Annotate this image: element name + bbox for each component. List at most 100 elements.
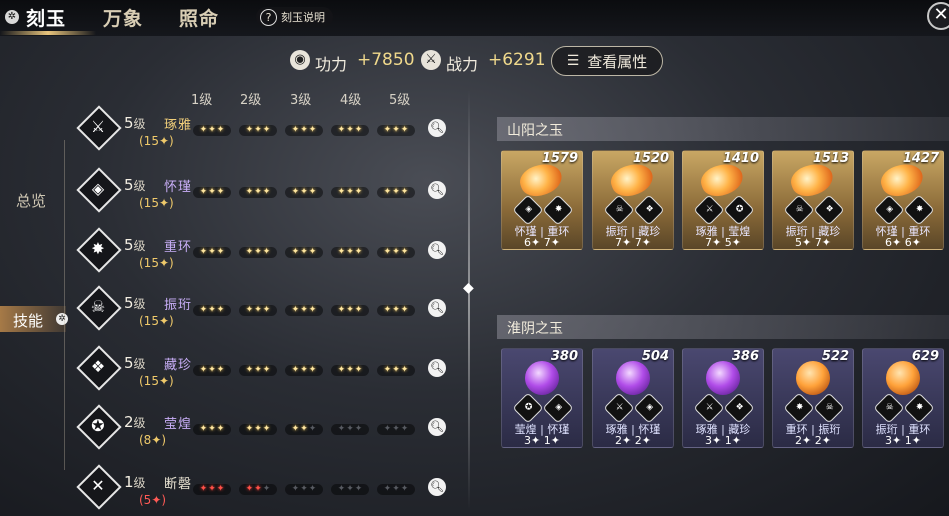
jade-card[interactable]: 1427 ◈ ✸ 怀瑾 | 重环 6✦ 6✦ [862, 150, 944, 250]
skill-level-suffix: 级 [133, 297, 146, 311]
progress-star: ✦ [337, 305, 346, 315]
progress-star: ✦ [300, 484, 308, 494]
progress-star: ✦ [208, 125, 216, 135]
progress-star: ✦ [308, 247, 317, 257]
progress-star: ✦ [216, 187, 225, 197]
jade-card[interactable]: 1579 ◈ ✸ 怀瑾 | 重环 6✦ 7✦ [501, 150, 583, 250]
skill-points: (15✦) [139, 256, 174, 270]
jade-card[interactable]: 504 ⚔ ◈ 琢雅 | 怀瑾 2✦ 2✦ [592, 348, 674, 448]
progress-star: ✦ [308, 424, 317, 434]
jade-card[interactable]: 1520 ☠ ❖ 振珩 | 藏珍 7✦ 7✦ [592, 150, 674, 250]
jade-card-levels: 3✦ 1✦ [705, 434, 741, 447]
level-1-segment: ✦ ✦ ✦ [193, 247, 231, 258]
tab-zhaoming[interactable]: 照命 [179, 4, 219, 31]
progress-star: ✦ [262, 305, 271, 315]
level-header-5: 5级 [389, 93, 411, 108]
help-label: 刻玉说明 [281, 11, 325, 24]
progress-star: ✦ [216, 365, 225, 375]
skill-row-icon[interactable]: ❖ [76, 345, 122, 391]
tab-wanxiang[interactable]: 万象 [103, 4, 143, 31]
combat-value: +6291 [488, 50, 546, 70]
level-5-segment: ✦ ✦ ✦ [377, 125, 415, 136]
skill-level: 5级 [124, 114, 146, 132]
progress-star: ✦ [337, 424, 346, 434]
level-1-segment: ✦ ✦ ✦ [193, 125, 231, 136]
level-1-segment: ✦ ✦ ✦ [193, 305, 231, 316]
progress-star: ✦ [346, 365, 354, 375]
skill-name: 琢雅 [164, 118, 193, 133]
progress-star: ✦ [354, 365, 363, 375]
search-icon[interactable]: 🔍︎ [428, 299, 446, 317]
skill-name: 振珩 [164, 298, 193, 313]
collapse-arrow-icon[interactable]: ◆ [463, 280, 475, 298]
search-icon[interactable]: 🔍︎ [428, 241, 446, 259]
progress-star: ✦ [383, 247, 392, 257]
section-title-huaiyin: 淮阴之玉 [507, 321, 563, 337]
progress-star: ✦ [346, 125, 354, 135]
skill-row-icon[interactable]: ⚔ [76, 105, 122, 151]
progress-star: ✦ [254, 365, 262, 375]
skill-points: (15✦) [139, 134, 174, 148]
search-icon[interactable]: 🔍︎ [428, 119, 446, 137]
side-nav-skills[interactable]: 技能 [13, 310, 43, 331]
level-3-segment: ✦ ✦ ✦ [285, 365, 323, 376]
progress-star: ✦ [400, 247, 409, 257]
level-3-segment: ✦ ✦ ✦ [285, 424, 323, 435]
tab-keyu[interactable]: 刻玉 [26, 4, 66, 31]
help-button[interactable]: ? 刻玉说明 [256, 7, 333, 27]
search-icon[interactable]: 🔍︎ [428, 181, 446, 199]
level-header-1: 1级 [191, 93, 213, 108]
progress-star: ✦ [300, 424, 308, 434]
progress-star: ✦ [392, 424, 400, 434]
side-nav-overview[interactable]: 总览 [16, 190, 46, 211]
level-3-segment: ✦ ✦ ✦ [285, 187, 323, 198]
jade-card[interactable]: 386 ⚔ ❖ 琢雅 | 藏珍 3✦ 1✦ [682, 348, 764, 448]
progress-star: ✦ [254, 484, 262, 494]
jade-card[interactable]: 380 ✪ ◈ 莹煌 | 怀瑾 3✦ 1✦ [501, 348, 583, 448]
progress-star: ✦ [392, 125, 400, 135]
skill-level-suffix: 级 [133, 357, 146, 371]
skill-row-icon[interactable]: ✪ [76, 404, 122, 450]
jade-card[interactable]: 522 ✸ ☠ 重环 | 振珩 2✦ 2✦ [772, 348, 854, 448]
jade-card[interactable]: 1410 ⚔ ✪ 琢雅 | 莹煌 7✦ 5✦ [682, 150, 764, 250]
skill-level: 5级 [124, 294, 146, 312]
progress-star: ✦ [392, 305, 400, 315]
skill-name: 藏珍 [164, 358, 193, 373]
section-header-bar [497, 117, 949, 141]
progress-star: ✦ [400, 305, 409, 315]
skill-row-icon[interactable]: ☠ [76, 285, 122, 331]
skill-progress: ✦ ✦ ✦ ✦ ✦ ✦ ✦ ✦ ✦ ✦ ✦ ✦ ✦ ✦ ✦ [193, 247, 423, 261]
progress-star: ✦ [216, 247, 225, 257]
close-icon[interactable]: ✕ [927, 2, 949, 30]
skill-name: 莹煌 [164, 417, 193, 432]
jade-card[interactable]: 629 ☠ ✸ 振珩 | 重环 3✦ 1✦ [862, 348, 944, 448]
jade-gem-icon [616, 361, 650, 395]
jade-card[interactable]: 1513 ☠ ❖ 振珩 | 藏珍 5✦ 7✦ [772, 150, 854, 250]
view-attributes-button[interactable]: ☰ 查看属性 [551, 46, 663, 76]
skill-level-number: 5 [124, 236, 134, 254]
progress-star: ✦ [199, 305, 208, 315]
jade-gem-icon [525, 361, 559, 395]
progress-star: ✦ [245, 424, 254, 434]
progress-star: ✦ [245, 187, 254, 197]
skill-points: (15✦) [139, 196, 174, 210]
skill-level-number: 5 [124, 114, 134, 132]
level-3-segment: ✦ ✦ ✦ [285, 305, 323, 316]
level-2-segment: ✦ ✦ ✦ [239, 125, 277, 136]
skill-row-icon[interactable]: ✸ [76, 227, 122, 273]
search-icon[interactable]: 🔍︎ [428, 359, 446, 377]
progress-star: ✦ [337, 247, 346, 257]
progress-star: ✦ [208, 484, 216, 494]
level-2-segment: ✦ ✦ ✦ [239, 187, 277, 198]
progress-star: ✦ [254, 305, 262, 315]
jade-card-levels: 7✦ 7✦ [615, 236, 651, 249]
skill-row-icon[interactable]: ◈ [76, 167, 122, 213]
level-4-segment: ✦ ✦ ✦ [331, 305, 369, 316]
progress-star: ✦ [199, 424, 208, 434]
settings-gear-icon[interactable]: ✲ [5, 10, 19, 24]
progress-star: ✦ [383, 187, 392, 197]
level-4-segment: ✦ ✦ ✦ [331, 187, 369, 198]
skill-row-icon[interactable]: ✕ [76, 464, 122, 510]
search-icon[interactable]: 🔍︎ [428, 418, 446, 436]
search-icon[interactable]: 🔍︎ [428, 478, 446, 496]
